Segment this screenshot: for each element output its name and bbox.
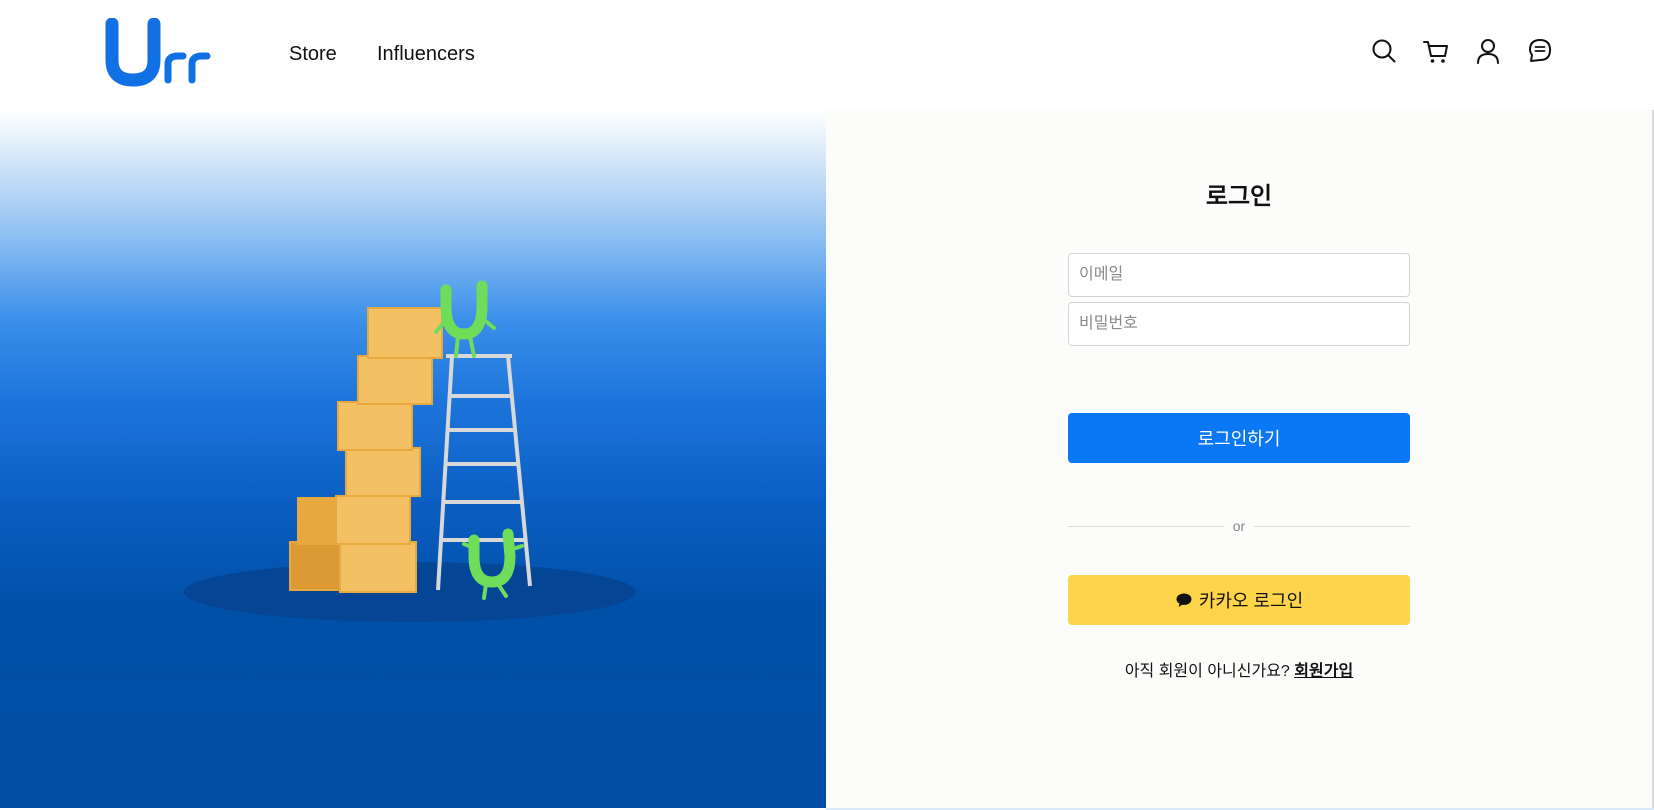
kakao-login-button[interactable]: 카카오 로그인 [1068, 575, 1410, 625]
email-input[interactable] [1068, 253, 1410, 297]
search-icon[interactable] [1369, 36, 1399, 66]
login-submit-button[interactable]: 로그인하기 [1068, 413, 1410, 463]
divider-line-right [1254, 526, 1410, 527]
user-icon[interactable] [1473, 36, 1503, 66]
hero-illustration-panel [0, 110, 826, 808]
login-title: 로그인 [1205, 183, 1273, 210]
urr-logo[interactable] [104, 18, 216, 88]
ladder [436, 354, 532, 591]
mascot-top [434, 280, 496, 358]
kakao-login-label: 카카오 로그인 [1198, 591, 1304, 611]
cart-icon[interactable] [1421, 36, 1451, 66]
speech-bubble-icon [1176, 593, 1192, 607]
signup-row: 아직 회원이 아니신가요? 회원가입 [1068, 657, 1410, 681]
divider-or: or [1232, 518, 1246, 534]
nav-influencers[interactable]: Influencers [377, 42, 475, 66]
box-stack [289, 307, 443, 593]
signup-link[interactable]: 회원가입 [1294, 663, 1353, 680]
boxes-ladder-illustration [184, 280, 636, 622]
password-input[interactable] [1068, 302, 1410, 346]
nav-store[interactable]: Store [289, 42, 337, 66]
signup-prompt: 아직 회원이 아니신가요? [1124, 663, 1290, 680]
site-header: Store Influencers [0, 0, 1654, 110]
login-submit-label: 로그인하기 [1197, 429, 1281, 449]
divider-line-left [1068, 526, 1224, 527]
chat-icon[interactable] [1525, 36, 1555, 66]
